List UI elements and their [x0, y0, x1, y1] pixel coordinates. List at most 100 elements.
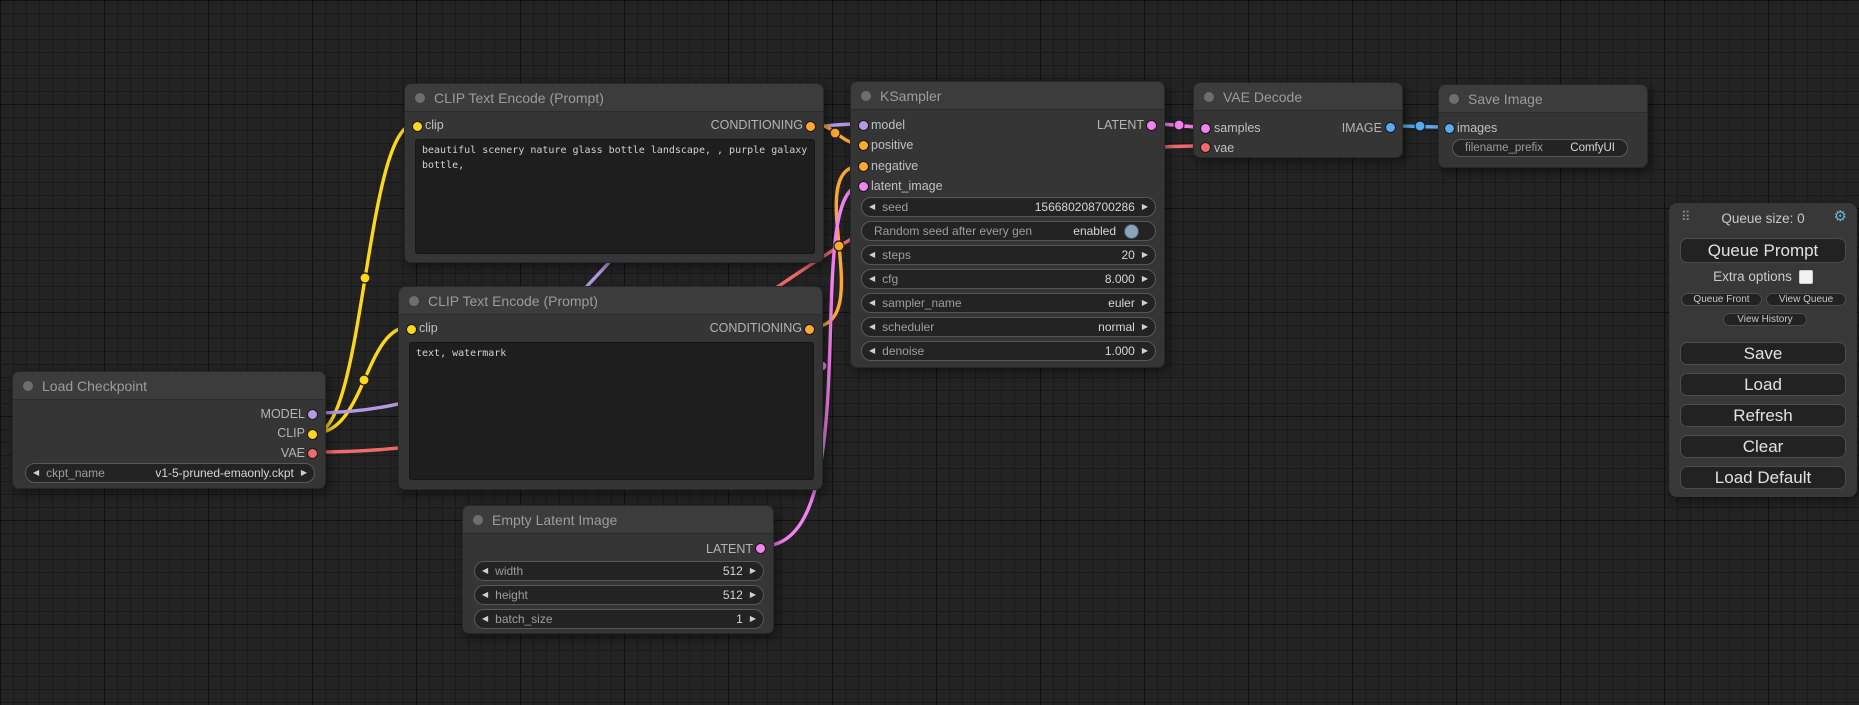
collapse-dot-icon[interactable]	[473, 515, 483, 525]
node-ksampler[interactable]: KSampler model LATENT positive negative …	[850, 81, 1165, 368]
refresh-button[interactable]: Refresh	[1680, 404, 1846, 427]
widget-label: filename_prefix	[1465, 142, 1543, 154]
decrement-arrow-icon[interactable]: ◀	[475, 609, 495, 629]
steps-widget[interactable]: ◀ steps 20 ▶	[861, 245, 1156, 265]
collapse-dot-icon[interactable]	[415, 93, 425, 103]
view-queue-button[interactable]: View Queue	[1766, 293, 1846, 306]
increment-arrow-icon[interactable]: ▶	[743, 585, 763, 605]
save-button[interactable]: Save	[1680, 342, 1846, 365]
node-titlebar[interactable]: Save Image	[1439, 85, 1647, 113]
model-output-port[interactable]	[307, 409, 318, 420]
seed-widget[interactable]: ◀ seed 156680208700286 ▶	[861, 197, 1156, 217]
decrement-arrow-icon[interactable]: ◀	[862, 341, 882, 361]
clip-input-port[interactable]	[406, 324, 417, 335]
node-titlebar[interactable]: VAE Decode	[1194, 83, 1402, 111]
load-button[interactable]: Load	[1680, 373, 1846, 396]
clear-button[interactable]: Clear	[1680, 435, 1846, 458]
node-titlebar[interactable]: KSampler	[851, 82, 1164, 110]
input-label-images: images	[1457, 121, 1497, 135]
latent-output-port[interactable]	[755, 543, 766, 554]
samples-input-port[interactable]	[1200, 123, 1211, 134]
increment-arrow-icon[interactable]: ▶	[743, 609, 763, 629]
conditioning-output-port[interactable]	[805, 121, 816, 132]
widget-value: 1	[736, 612, 743, 626]
widget-value: 20	[1121, 248, 1134, 262]
node-titlebar[interactable]: CLIP Text Encode (Prompt)	[399, 287, 822, 315]
node-title: Save Image	[1468, 91, 1543, 107]
settings-gear-icon[interactable]: ⚙	[1834, 207, 1847, 225]
collapse-dot-icon[interactable]	[1204, 92, 1214, 102]
decrement-arrow-icon[interactable]: ◀	[26, 463, 46, 483]
node-clip-text-encode-negative[interactable]: CLIP Text Encode (Prompt) clip CONDITION…	[398, 286, 823, 490]
view-history-button[interactable]: View History	[1723, 313, 1807, 326]
images-input-port[interactable]	[1444, 123, 1455, 134]
node-title: Load Checkpoint	[42, 378, 147, 394]
ckpt-name-widget[interactable]: ◀ ckpt_name v1-5-pruned-emaonly.ckpt ▶	[25, 463, 315, 483]
decrement-arrow-icon[interactable]: ◀	[475, 585, 495, 605]
increment-arrow-icon[interactable]: ▶	[1135, 293, 1155, 313]
collapse-dot-icon[interactable]	[1449, 94, 1459, 104]
input-label-clip: clip	[419, 321, 438, 335]
queue-front-button[interactable]: Queue Front	[1681, 293, 1762, 306]
sampler-name-widget[interactable]: ◀ sampler_name euler ▶	[861, 293, 1156, 313]
queue-prompt-button[interactable]: Queue Prompt	[1680, 238, 1846, 263]
increment-arrow-icon[interactable]: ▶	[294, 463, 314, 483]
width-widget[interactable]: ◀ width 512 ▶	[474, 561, 764, 581]
collapse-dot-icon[interactable]	[409, 296, 419, 306]
node-clip-text-encode-positive[interactable]: CLIP Text Encode (Prompt) clip CONDITION…	[404, 83, 824, 263]
load-default-button[interactable]: Load Default	[1680, 466, 1846, 489]
graph-canvas[interactable]: Load Checkpoint MODEL CLIP VAE ◀ ckpt_na…	[0, 0, 1859, 705]
vae-output-port[interactable]	[307, 448, 318, 459]
node-titlebar[interactable]: Load Checkpoint	[13, 372, 325, 400]
increment-arrow-icon[interactable]: ▶	[1135, 341, 1155, 361]
node-title: CLIP Text Encode (Prompt)	[434, 90, 604, 106]
increment-arrow-icon[interactable]: ▶	[1135, 197, 1155, 217]
clip-output-port[interactable]	[307, 429, 318, 440]
decrement-arrow-icon[interactable]: ◀	[862, 197, 882, 217]
widget-value: enabled	[1073, 224, 1116, 238]
node-titlebar[interactable]: CLIP Text Encode (Prompt)	[405, 84, 823, 112]
latent-output-port[interactable]	[1146, 120, 1157, 131]
decrement-arrow-icon[interactable]: ◀	[475, 561, 495, 581]
increment-arrow-icon[interactable]: ▶	[1135, 269, 1155, 289]
latent-image-input-port[interactable]	[858, 181, 869, 192]
model-input-port[interactable]	[858, 120, 869, 131]
negative-prompt-textarea[interactable]: text, watermark	[409, 342, 814, 480]
denoise-widget[interactable]: ◀ denoise 1.000 ▶	[861, 341, 1156, 361]
cfg-widget[interactable]: ◀ cfg 8.000 ▶	[861, 269, 1156, 289]
output-label-image: IMAGE	[1342, 121, 1382, 135]
conditioning-output-port[interactable]	[804, 324, 815, 335]
extra-options-checkbox[interactable]	[1799, 270, 1813, 284]
increment-arrow-icon[interactable]: ▶	[1135, 245, 1155, 265]
output-label-conditioning: CONDITIONING	[710, 321, 802, 335]
node-empty-latent-image[interactable]: Empty Latent Image LATENT ◀ width 512 ▶ …	[462, 505, 774, 634]
batch-size-widget[interactable]: ◀ batch_size 1 ▶	[474, 609, 764, 629]
collapse-dot-icon[interactable]	[861, 91, 871, 101]
image-output-port[interactable]	[1385, 122, 1396, 133]
widget-value: normal	[1098, 320, 1135, 334]
node-save-image[interactable]: Save Image images filename_prefix ComfyU…	[1438, 84, 1648, 168]
positive-input-port[interactable]	[858, 140, 869, 151]
clip-input-port[interactable]	[412, 121, 423, 132]
increment-arrow-icon[interactable]: ▶	[1135, 317, 1155, 337]
decrement-arrow-icon[interactable]: ◀	[862, 293, 882, 313]
decrement-arrow-icon[interactable]: ◀	[862, 317, 882, 337]
random-seed-toggle-widget[interactable]: Random seed after every gen enabled	[861, 221, 1156, 241]
drag-handle-icon[interactable]: ⠿	[1681, 209, 1691, 225]
increment-arrow-icon[interactable]: ▶	[743, 561, 763, 581]
node-vae-decode[interactable]: VAE Decode samples IMAGE vae	[1193, 82, 1403, 158]
widget-label: width	[495, 564, 523, 578]
widget-value: 1.000	[1105, 344, 1135, 358]
vae-input-port[interactable]	[1200, 142, 1211, 153]
scheduler-widget[interactable]: ◀ scheduler normal ▶	[861, 317, 1156, 337]
positive-prompt-textarea[interactable]: beautiful scenery nature glass bottle la…	[415, 139, 815, 254]
toggle-knob-icon[interactable]	[1124, 224, 1139, 239]
filename-prefix-widget[interactable]: filename_prefix ComfyUI	[1452, 139, 1628, 157]
node-titlebar[interactable]: Empty Latent Image	[463, 506, 773, 534]
decrement-arrow-icon[interactable]: ◀	[862, 245, 882, 265]
negative-input-port[interactable]	[858, 161, 869, 172]
node-load-checkpoint[interactable]: Load Checkpoint MODEL CLIP VAE ◀ ckpt_na…	[12, 371, 326, 489]
decrement-arrow-icon[interactable]: ◀	[862, 269, 882, 289]
height-widget[interactable]: ◀ height 512 ▶	[474, 585, 764, 605]
collapse-dot-icon[interactable]	[23, 381, 33, 391]
